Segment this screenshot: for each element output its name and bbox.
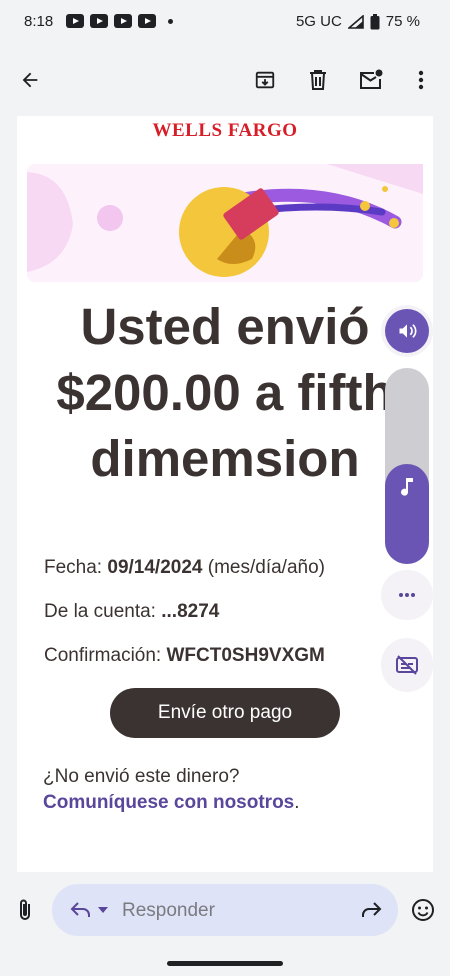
battery-icon xyxy=(370,13,380,29)
attachment-icon xyxy=(20,899,30,920)
status-bar: 8:18 5G UC 75 % xyxy=(0,0,450,44)
headline: Usted envió $200.00 a fifth dimemsion xyxy=(17,294,433,492)
captions-off-button[interactable] xyxy=(381,638,433,692)
status-time: 8:18 xyxy=(24,13,54,30)
headline-line-2: $200.00 a fifth xyxy=(56,364,394,421)
account-row: De la cuenta: ...8274 xyxy=(44,590,325,634)
reply-placeholder: Responder xyxy=(122,900,215,921)
forward-icon[interactable] xyxy=(360,901,382,919)
email-toolbar xyxy=(0,44,450,116)
notification-icons xyxy=(66,14,173,28)
email-body: WELLS FARGO Usted envió $200.00 a fifth … xyxy=(17,116,433,872)
archive-button[interactable] xyxy=(245,60,285,100)
mark-unread-icon xyxy=(360,69,383,89)
emoji-icon xyxy=(412,899,434,921)
reply-icon xyxy=(70,902,90,917)
account-value: ...8274 xyxy=(161,601,220,622)
delete-button[interactable] xyxy=(298,60,338,100)
date-format: (mes/día/año) xyxy=(202,557,325,578)
battery-percent: 75 % xyxy=(385,13,420,30)
contact-us-link[interactable]: Comuníquese con nosotros xyxy=(43,792,294,813)
headline-line-1: Usted envió xyxy=(80,298,370,355)
confirmation-row: Confirmación: WFCT0SH9VXGM xyxy=(44,634,325,678)
captions-off-icon xyxy=(396,655,418,675)
emoji-button[interactable] xyxy=(403,890,443,930)
music-note-icon xyxy=(401,478,413,496)
volume-slider[interactable] xyxy=(381,368,433,564)
payment-illustration xyxy=(27,164,423,282)
confirmation-value: WFCT0SH9VXGM xyxy=(166,645,325,666)
reply-bar: Responder xyxy=(0,872,450,976)
account-label: De la cuenta: xyxy=(44,601,162,622)
contact-period: . xyxy=(294,792,300,813)
more-horiz-icon xyxy=(399,593,415,597)
volume-button[interactable] xyxy=(385,309,429,353)
more-controls-button[interactable] xyxy=(381,570,433,620)
archive-icon xyxy=(255,71,275,89)
arrow-back-icon xyxy=(22,72,38,88)
home-indicator[interactable] xyxy=(167,961,283,966)
mark-unread-button[interactable] xyxy=(351,60,391,100)
chevron-down-icon xyxy=(98,907,108,913)
support-note: ¿No envió este dinero? Comuníquese con n… xyxy=(43,764,300,816)
volume-icon xyxy=(399,324,417,338)
more-vert-icon xyxy=(418,70,424,90)
slider-fill xyxy=(385,464,429,564)
youtube-icon xyxy=(66,14,84,28)
headline-line-3: dimemsion xyxy=(90,430,360,487)
youtube-icon xyxy=(90,14,108,28)
wells-fargo-logo: WELLS FARGO xyxy=(152,120,298,141)
reply-field[interactable]: Responder xyxy=(52,884,398,936)
date-label: Fecha: xyxy=(44,557,108,578)
send-another-payment-button[interactable]: Envíe otro pago xyxy=(110,688,340,738)
youtube-icon xyxy=(114,14,132,28)
youtube-icon xyxy=(138,14,156,28)
trash-icon xyxy=(310,70,326,90)
confirmation-label: Confirmación: xyxy=(44,645,167,666)
payment-details: Fecha: 09/14/2024 (mes/día/año) De la cu… xyxy=(44,546,325,678)
back-button[interactable] xyxy=(10,60,50,100)
more-notifications-dot xyxy=(168,18,173,24)
date-row: Fecha: 09/14/2024 (mes/día/año) xyxy=(44,546,325,590)
more-options-button[interactable] xyxy=(401,60,441,100)
volume-panel xyxy=(381,305,433,357)
signal-icon xyxy=(347,14,364,29)
contact-line: Comuníquese con nosotros. xyxy=(43,790,300,816)
not-sent-question: ¿No envió este dinero? xyxy=(43,766,240,787)
date-value: 09/14/2024 xyxy=(107,557,203,578)
attach-button[interactable] xyxy=(5,890,45,930)
network-label: 5G UC xyxy=(295,13,342,30)
status-right: 5G UC 75 % xyxy=(296,13,420,30)
